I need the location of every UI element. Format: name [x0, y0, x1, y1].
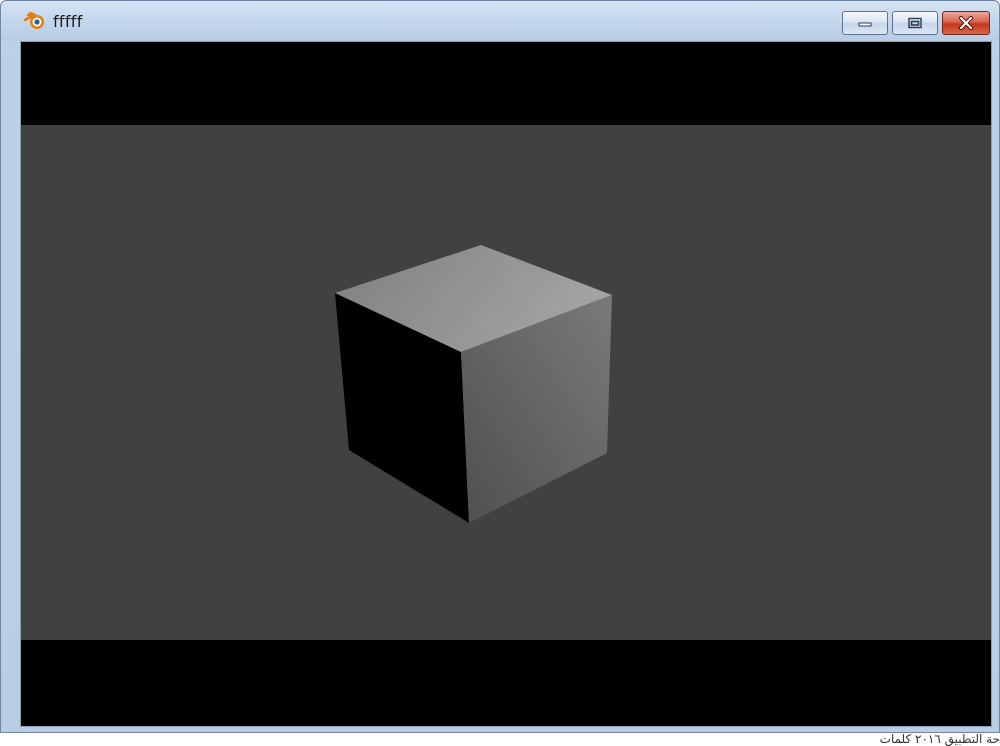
window-title: fffff — [53, 12, 83, 31]
render-area[interactable] — [20, 41, 992, 727]
close-icon — [959, 16, 973, 30]
title-bar[interactable]: fffff — [1, 1, 999, 41]
maximize-button[interactable] — [892, 11, 938, 35]
app-window: fffff — [0, 0, 1000, 733]
letterbox-top — [21, 42, 991, 125]
minimize-icon — [858, 22, 872, 27]
background-text: حة التطبيق ٢٠١٦ كلمات — [879, 733, 1000, 746]
minimize-button[interactable] — [842, 11, 888, 35]
close-button[interactable] — [942, 11, 990, 35]
letterbox-bottom — [21, 640, 991, 726]
viewport[interactable] — [21, 125, 991, 640]
cube-object — [335, 245, 612, 523]
blender-icon — [23, 11, 44, 29]
maximize-icon — [908, 17, 922, 29]
